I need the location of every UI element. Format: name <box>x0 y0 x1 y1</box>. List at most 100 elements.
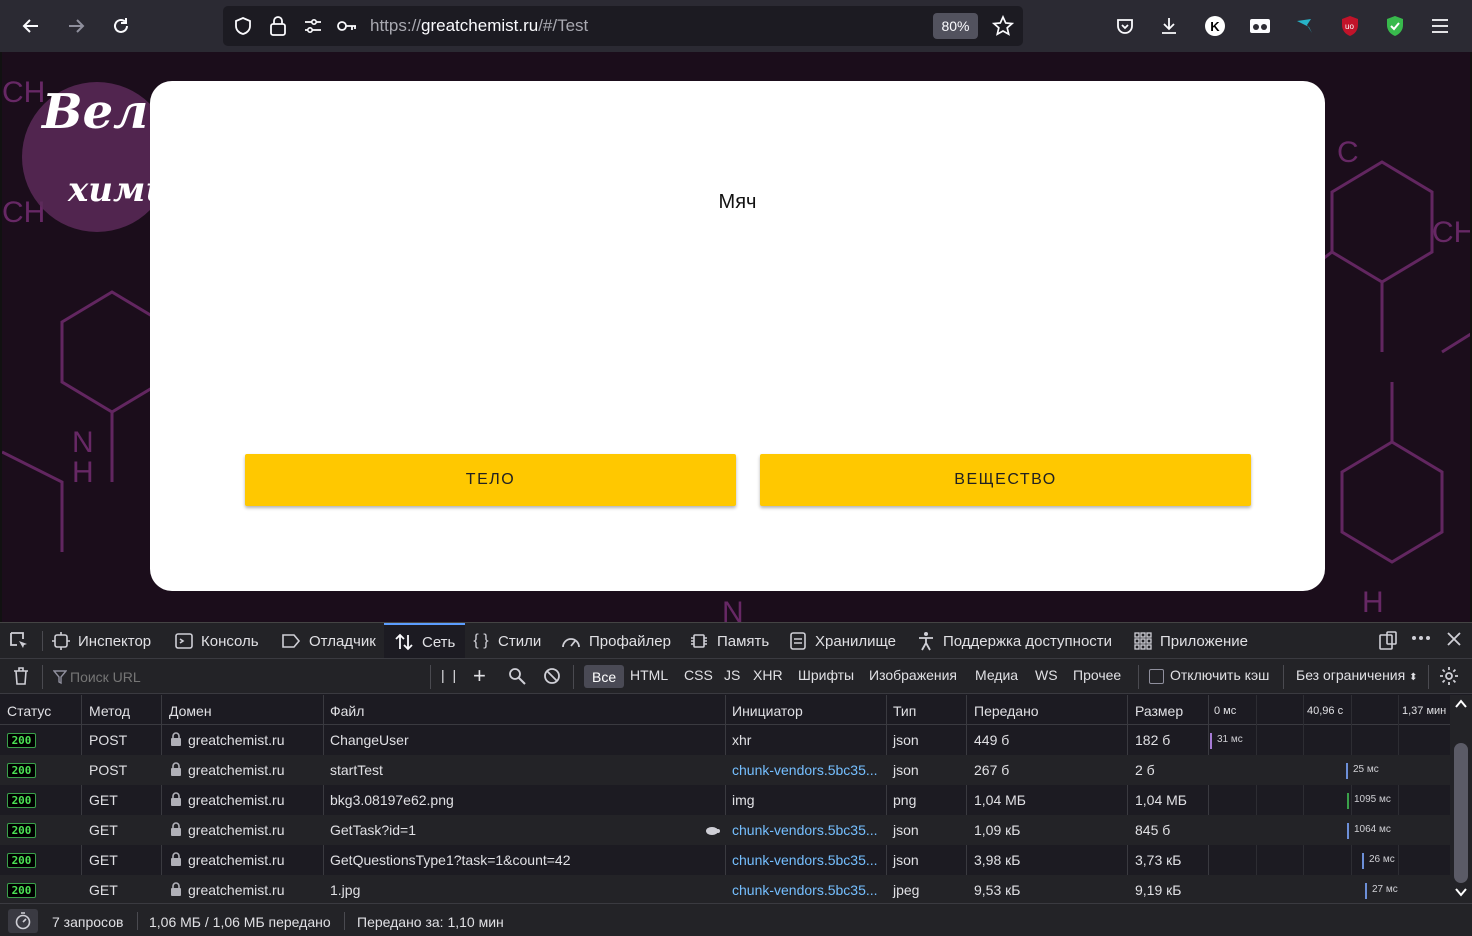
pocket-button[interactable] <box>1111 12 1139 40</box>
waterfall-time: 1095 мс <box>1354 794 1391 805</box>
scroll-thumb[interactable] <box>1454 743 1468 883</box>
tab-inspector[interactable]: Инспектор <box>52 623 151 659</box>
tab-storage[interactable]: Хранилище <box>789 623 896 659</box>
tab-console[interactable]: Консоль <box>175 623 259 659</box>
filter-media[interactable]: Медиа <box>975 667 1018 683</box>
filter-html[interactable]: HTML <box>630 667 668 683</box>
performance-analysis-button[interactable] <box>8 909 38 933</box>
throttling-select[interactable]: Без ограничения ⬍ <box>1296 667 1418 683</box>
more-options-button[interactable] <box>1410 627 1432 654</box>
forward-button[interactable] <box>62 12 90 40</box>
settings-button[interactable] <box>1439 666 1459 691</box>
filter-ws[interactable]: WS <box>1035 667 1058 683</box>
tab-memory[interactable]: Память <box>689 623 769 659</box>
extension-glasses-button[interactable] <box>1246 12 1274 40</box>
reload-button[interactable] <box>107 12 135 40</box>
picker-icon <box>10 632 27 648</box>
bookmark-star-icon[interactable] <box>992 15 1014 37</box>
stopwatch-icon <box>15 912 31 930</box>
waterfall-bar <box>1210 733 1212 749</box>
add-request-button[interactable]: + <box>473 663 486 689</box>
url-path: /#/Test <box>538 16 589 35</box>
close-devtools-button[interactable] <box>1446 631 1462 652</box>
updown-icon: ⬍ <box>1409 672 1418 683</box>
gauge-icon <box>562 638 580 648</box>
table-row[interactable]: 200 GET greatchemist.ru GetQuestionsType1?t… <box>0 845 1450 875</box>
downloads-button[interactable] <box>1155 12 1183 40</box>
waterfall-tick-2: 1,37 мин <box>1402 705 1447 717</box>
initiator-cell[interactable]: chunk-vendors.5bc35... <box>732 822 878 838</box>
clear-button[interactable] <box>12 666 30 691</box>
menu-button[interactable] <box>1426 12 1454 40</box>
responsive-mode-button[interactable] <box>1378 631 1398 656</box>
search-button[interactable] <box>508 667 526 690</box>
filter-funnel-icon <box>53 670 67 685</box>
console-icon <box>175 633 193 649</box>
table-row[interactable]: 200 GET greatchemist.ru GetTask?id=1 chunk-v… <box>0 815 1450 845</box>
tab-network[interactable]: Сеть <box>384 623 466 659</box>
filter-fonts[interactable]: Шрифты <box>798 667 854 683</box>
answer-button-1[interactable]: ТЕЛО <box>245 454 736 506</box>
tab-styles[interactable]: { } Стили <box>472 623 541 659</box>
block-button[interactable] <box>543 667 561 690</box>
divider <box>1283 665 1284 689</box>
table-row[interactable]: 200 GET greatchemist.ru bkg3.08197e62.png im… <box>0 785 1450 815</box>
filter-other[interactable]: Прочее <box>1073 667 1121 683</box>
extension-k-button[interactable]: K <box>1201 12 1229 40</box>
tab-debugger[interactable]: Отладчик <box>281 623 376 659</box>
transferred-cell: 1,04 МБ <box>974 792 1026 808</box>
request-list-scrollbar[interactable] <box>1450 695 1472 903</box>
initiator-cell[interactable]: chunk-vendors.5bc35... <box>732 882 878 898</box>
url-bar[interactable]: https://greatchemist.ru/#/Test 80% <box>223 6 1023 46</box>
col-type[interactable]: Тип <box>893 703 916 719</box>
col-domain[interactable]: Домен <box>169 703 212 719</box>
back-button[interactable] <box>17 12 45 40</box>
ublock-icon: uo <box>1342 16 1358 36</box>
filter-xhr[interactable]: XHR <box>753 667 783 683</box>
lock-icon[interactable] <box>268 15 288 37</box>
scroll-up-icon <box>1455 699 1467 708</box>
filter-images[interactable]: Изображения <box>869 667 957 683</box>
element-picker-button[interactable] <box>8 623 30 659</box>
permissions-icon[interactable] <box>303 16 323 36</box>
extension-flag-button[interactable] <box>1291 12 1319 40</box>
tab-label: Профайлер <box>589 632 671 650</box>
table-row[interactable]: 200 POST greatchemist.ru ChangeUser xhr json 4… <box>0 725 1450 755</box>
tab-accessibility[interactable]: Поддержка доступности <box>917 623 1112 659</box>
disable-cache-label[interactable]: Отключить кэш <box>1170 667 1269 683</box>
col-initiator[interactable]: Инициатор <box>732 703 803 719</box>
transferred-cell: 267 б <box>974 762 1010 778</box>
zoom-indicator[interactable]: 80% <box>933 13 978 39</box>
disable-cache-checkbox[interactable] <box>1149 669 1164 684</box>
col-status[interactable]: Статус <box>7 703 51 719</box>
filter-all[interactable]: Все <box>584 665 625 688</box>
table-row[interactable]: 200 POST greatchemist.ru startTest chunk-ven… <box>0 755 1450 785</box>
tab-application[interactable]: Приложение <box>1134 623 1248 659</box>
svg-text:N: N <box>722 596 744 622</box>
type-cell: jpeg <box>893 882 920 898</box>
ublock-button[interactable]: uo <box>1336 12 1364 40</box>
pause-button[interactable]: | | <box>441 667 458 683</box>
table-row[interactable]: 200 GET greatchemist.ru 1.jpg chunk-vendors.… <box>0 875 1450 905</box>
trash-icon <box>14 667 28 685</box>
url-text[interactable]: https://greatchemist.ru/#/Test <box>370 16 588 36</box>
extension-shield-button[interactable] <box>1381 12 1409 40</box>
tab-label: Память <box>717 632 770 650</box>
url-filter-input[interactable] <box>70 665 420 689</box>
initiator-cell[interactable]: chunk-vendors.5bc35... <box>732 852 878 868</box>
pocket-icon <box>1117 19 1133 34</box>
answer-button-2[interactable]: ВЕЩЕСТВО <box>760 454 1251 506</box>
waterfall-tick-1: 40,96 с <box>1307 705 1344 717</box>
key-icon[interactable] <box>336 16 358 36</box>
tab-profiler[interactable]: Профайлер <box>561 623 671 659</box>
col-file[interactable]: Файл <box>330 703 364 719</box>
filter-css[interactable]: CSS <box>684 667 713 683</box>
type-cell: json <box>893 852 919 868</box>
close-icon <box>1447 632 1461 646</box>
col-transferred[interactable]: Передано <box>974 703 1039 719</box>
shield-icon[interactable] <box>233 16 253 36</box>
col-size[interactable]: Размер <box>1135 703 1183 719</box>
initiator-cell[interactable]: chunk-vendors.5bc35... <box>732 762 878 778</box>
filter-js[interactable]: JS <box>724 667 740 683</box>
col-method[interactable]: Метод <box>89 703 130 719</box>
